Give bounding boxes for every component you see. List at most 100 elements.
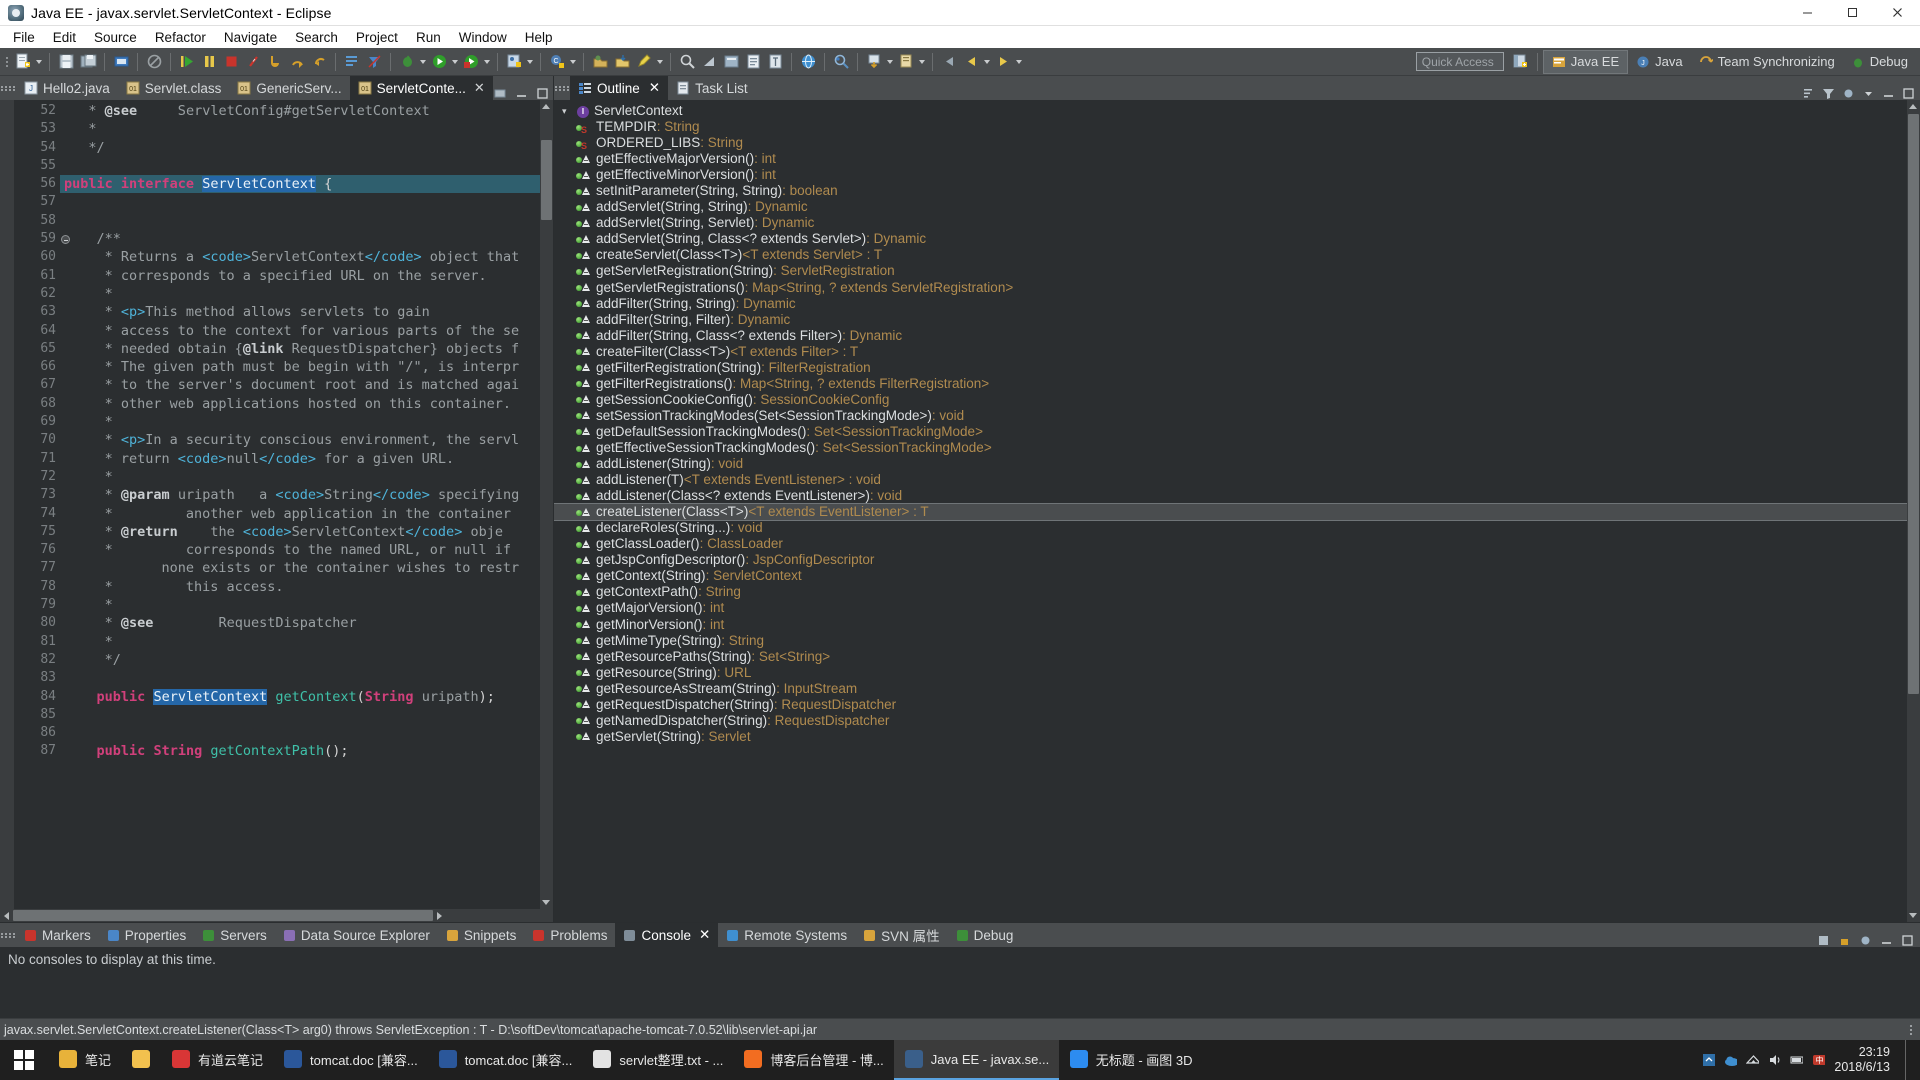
outline-item[interactable]: addListener(Class<? extends EventListene… [554, 488, 1907, 504]
debug-icon[interactable] [396, 51, 418, 73]
network-icon[interactable] [1746, 1054, 1760, 1067]
scrollbar-thumb[interactable] [541, 140, 552, 220]
outline-item[interactable]: getRequestDispatcher(String) : RequestDi… [554, 697, 1907, 713]
perspective-java-ee[interactable]: Java EE [1542, 49, 1629, 74]
outline-filter-icon[interactable] [1822, 87, 1835, 100]
taskbar-item-eclipse[interactable]: Java EE - javax.se... [893, 1040, 1059, 1080]
code-line[interactable]: * The given path must be begin with "/",… [60, 358, 540, 376]
outline-item[interactable]: setInitParameter(String, String) : boole… [554, 183, 1907, 199]
code-line[interactable]: none exists or the container wishes to r… [60, 559, 540, 577]
code-line[interactable] [60, 157, 540, 175]
cloud-icon[interactable] [1724, 1054, 1738, 1067]
menu-help[interactable]: Help [516, 28, 562, 47]
quick-access-input[interactable]: Quick Access [1415, 52, 1504, 71]
code-line[interactable]: * [60, 468, 540, 486]
ime-icon[interactable]: 中 [1812, 1054, 1826, 1067]
pin-editor-icon[interactable] [863, 51, 885, 73]
volume-icon[interactable] [1768, 1054, 1781, 1067]
new-java-project-icon[interactable] [503, 51, 525, 73]
new-class-icon[interactable]: C [546, 51, 568, 73]
save-all-icon[interactable] [77, 51, 99, 73]
editor-minimize-icon[interactable] [515, 87, 528, 100]
outline-item[interactable]: getServletRegistration(String) : Servlet… [554, 263, 1907, 279]
code-line[interactable]: public ServletContext getContext(String … [60, 688, 540, 706]
editor-more-tabs-icon[interactable] [494, 87, 507, 100]
console-minimize-icon[interactable] [1880, 934, 1893, 947]
minimize-button[interactable] [1785, 0, 1830, 26]
code-line[interactable]: * return <code>null</code> for a given U… [60, 450, 540, 468]
outline-item[interactable]: addListener(String) : void [554, 456, 1907, 472]
taskbar-item-youdao[interactable]: 有道云笔记 [161, 1040, 273, 1080]
taskbar-item-paint3d[interactable]: 无标题 - 画图 3D [1059, 1040, 1203, 1080]
code-line[interactable] [60, 669, 540, 687]
run-dropdown-icon[interactable] [450, 60, 460, 64]
code-line[interactable]: * @param uripath a <code>String</code> s… [60, 486, 540, 504]
outline-item[interactable]: getJspConfigDescriptor() : JspConfigDesc… [554, 552, 1907, 568]
bottom-tab-snippets[interactable]: Snippets [438, 923, 525, 947]
terminate-icon[interactable] [220, 51, 242, 73]
open-declaration-icon[interactable] [341, 51, 363, 73]
menu-window[interactable]: Window [450, 28, 516, 47]
menu-project[interactable]: Project [347, 28, 407, 47]
open-type-dropdown-icon[interactable] [917, 60, 927, 64]
hscrollbar-thumb[interactable] [13, 910, 433, 921]
taskbar-item-explorer[interactable] [121, 1040, 161, 1080]
resume-icon[interactable] [176, 51, 198, 73]
new-project-dropdown-icon[interactable] [525, 60, 535, 64]
outline-item[interactable]: addServlet(String, String) : Dynamic [554, 199, 1907, 215]
back-yellow-icon[interactable] [960, 51, 982, 73]
bottom-tab-debug[interactable]: Debug [948, 923, 1022, 947]
code-line[interactable]: * needed obtain {@link RequestDispatcher… [60, 340, 540, 358]
editor-tab-hello2[interactable]: J Hello2.java [16, 76, 118, 100]
disconnect-icon[interactable] [242, 51, 264, 73]
outline-item[interactable]: addServlet(String, Servlet) : Dynamic [554, 215, 1907, 231]
run-external-dropdown-icon[interactable] [482, 60, 492, 64]
code-line[interactable]: * another web application in the contain… [60, 505, 540, 523]
tab-outline[interactable]: Outline ✕ [570, 76, 669, 100]
code-line[interactable]: * <p>This method allows servlets to gain [60, 303, 540, 321]
outline-panel[interactable]: ▾ I ServletContext S TEMPDIR : String S ORDERE… [554, 100, 1920, 922]
code-line[interactable]: * this access. [60, 578, 540, 596]
outline-item[interactable]: setSessionTrackingModes(Set<SessionTrack… [554, 408, 1907, 424]
close-icon[interactable]: ✕ [699, 927, 710, 943]
code-line[interactable]: * [60, 596, 540, 614]
open-perspective-icon[interactable] [1510, 51, 1532, 73]
code-line[interactable]: /** [60, 230, 540, 248]
outline-item[interactable]: getMajorVersion() : int [554, 600, 1907, 616]
search-java-icon[interactable] [830, 51, 852, 73]
perspective-team-synchronizing[interactable]: Team Synchronizing [1691, 50, 1843, 74]
scroll-up-icon[interactable] [542, 104, 550, 109]
outline-item[interactable]: createServlet(Class<T>) <T extends Servl… [554, 247, 1907, 263]
bottom-tab-markers[interactable]: Markers [16, 923, 99, 947]
outline-item[interactable]: getResourcePaths(String) : Set<String> [554, 649, 1907, 665]
outline-vertical-scrollbar[interactable] [1907, 100, 1920, 922]
menu-navigate[interactable]: Navigate [215, 28, 286, 47]
code-line[interactable]: * @return the <code>ServletContext</code… [60, 523, 540, 541]
outline-item[interactable]: declareRoles(String...) : void [554, 520, 1907, 536]
outline-item[interactable]: getClassLoader() : ClassLoader [554, 536, 1907, 552]
outline-minimize-icon[interactable] [1882, 87, 1895, 100]
code-line[interactable]: * corresponds to a specified URL on the … [60, 267, 540, 285]
menu-search[interactable]: Search [286, 28, 347, 47]
back-dropdown-icon[interactable] [982, 60, 992, 64]
code-line[interactable]: * [60, 285, 540, 303]
outline-item[interactable]: addServlet(String, Class<? extends Servl… [554, 231, 1907, 247]
taskbar-item-notepad[interactable]: servlet整理.txt - ... [582, 1040, 733, 1080]
menu-run[interactable]: Run [407, 28, 450, 47]
highlight-icon[interactable] [633, 51, 655, 73]
taskbar-item-word[interactable]: tomcat.doc [兼容... [428, 1040, 583, 1080]
taskbar-clock[interactable]: 23:19 2018/6/13 [1834, 1045, 1896, 1075]
pin-dropdown-icon[interactable] [885, 60, 895, 64]
new-file-icon[interactable] [12, 51, 34, 73]
toggle-mark-occurrences-icon[interactable] [742, 51, 764, 73]
code-line[interactable]: * [60, 120, 540, 138]
bottom-tab-properties[interactable]: Properties [99, 923, 195, 947]
perspective-java[interactable]: J Java [1628, 50, 1690, 74]
outline-item[interactable]: getFilterRegistration(String) : FilterRe… [554, 360, 1907, 376]
tray-expand-icon[interactable] [1702, 1054, 1716, 1067]
outline-item[interactable]: addFilter(String, String) : Dynamic [554, 296, 1907, 312]
outline-tabs-drag-handle[interactable] [554, 76, 570, 100]
editor-marker-bar[interactable] [0, 100, 14, 909]
save-icon[interactable] [55, 51, 77, 73]
editor-vertical-scrollbar[interactable] [540, 100, 553, 909]
